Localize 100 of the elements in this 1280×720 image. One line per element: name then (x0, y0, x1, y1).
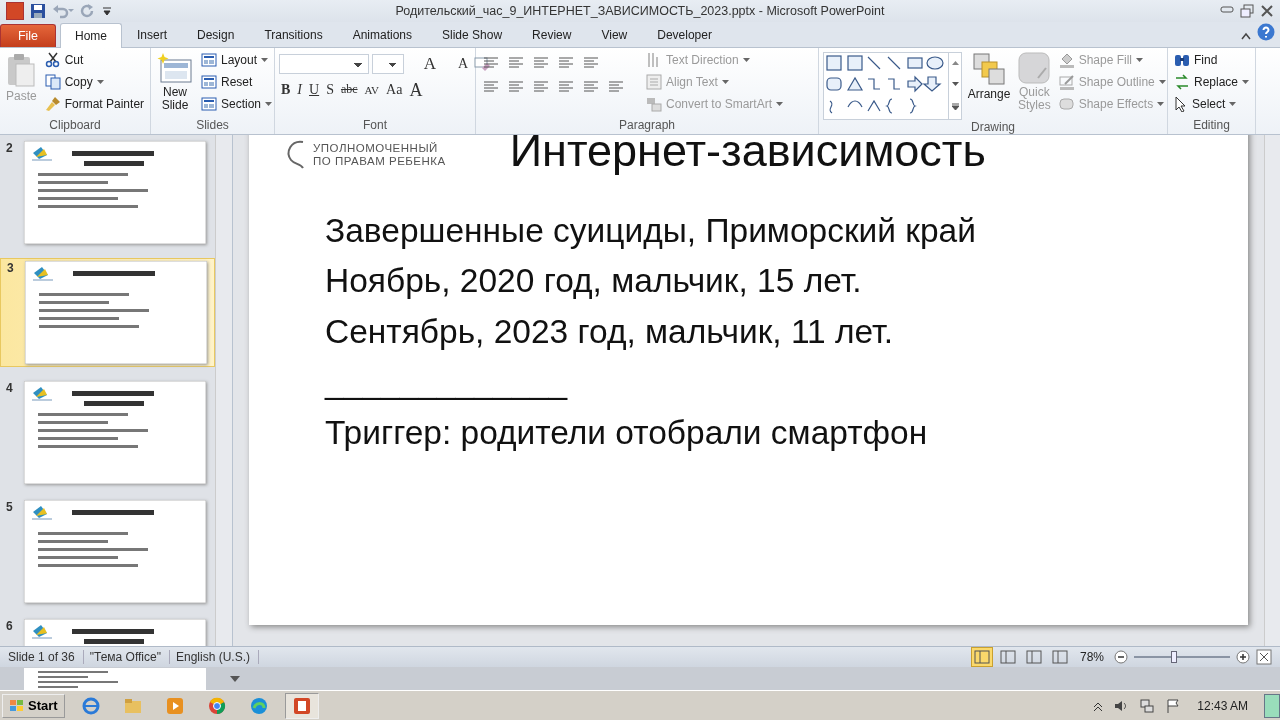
ribbon-button[interactable]: Copy (42, 71, 147, 93)
ribbon-tab[interactable]: View (586, 23, 643, 47)
section-icon (201, 96, 217, 113)
caret-icon (776, 102, 784, 107)
caret-icon (1229, 102, 1237, 107)
shapes-drawing[interactable] (826, 55, 944, 114)
thumbnail-scrollbar[interactable] (215, 134, 232, 647)
slide-thumbnail[interactable]: 4 (0, 378, 215, 486)
italic-button[interactable]: I (295, 79, 304, 100)
ribbon-button[interactable]: Replace (1172, 71, 1252, 93)
slide-thumbnail[interactable]: 3 (0, 257, 215, 367)
ribbon-button[interactable]: Select (1172, 93, 1252, 115)
file-tab[interactable]: File (0, 23, 56, 47)
slideshow-icon[interactable] (1049, 648, 1070, 667)
ribbon-button[interactable]: New Slide (155, 49, 195, 114)
slide-thumbnail[interactable]: 5 (0, 497, 215, 605)
case-button[interactable]: Aa (384, 79, 405, 100)
group-label: Font (363, 117, 387, 132)
language-indicator[interactable]: English (U.S.) (175, 650, 259, 665)
caret-icon (1157, 102, 1165, 107)
paintbrush-icon (44, 96, 61, 113)
ribbon-button[interactable]: Cut (42, 49, 147, 71)
ribbon-tab[interactable]: Animations (337, 23, 427, 47)
caret-icon (721, 80, 729, 85)
group-label: Drawing (971, 119, 1015, 134)
more-icon[interactable] (951, 103, 959, 111)
strikethrough-button[interactable]: abc (338, 79, 360, 100)
bold-button[interactable]: B (279, 79, 293, 100)
flag-icon[interactable] (1165, 697, 1182, 714)
ribbon-button[interactable]: Format Painter (42, 93, 147, 115)
caret-icon (1158, 80, 1166, 85)
reading-view-icon[interactable] (1023, 648, 1044, 667)
ribbon-tab[interactable]: Transitions (249, 23, 338, 47)
collapse-ribbon-icon[interactable] (1240, 30, 1252, 41)
font-size-dropdown[interactable] (372, 53, 404, 74)
ribbon-button[interactable]: Arrange (966, 49, 1012, 103)
undo-icon[interactable] (52, 2, 74, 19)
font-color-button[interactable]: A (407, 79, 425, 100)
help-icon[interactable] (1257, 22, 1275, 41)
ribbon-tab[interactable]: Home (60, 22, 122, 48)
fit-window-icon[interactable] (1256, 649, 1272, 666)
underline-button[interactable]: U (307, 79, 322, 100)
normal-view-icon[interactable] (971, 648, 992, 667)
paint-bucket-icon (1058, 52, 1075, 69)
scroll-down-icon[interactable] (951, 82, 959, 87)
group-label: Slides (196, 117, 229, 132)
slide-number: 6 (6, 618, 14, 633)
ribbon-tab[interactable]: Design (182, 23, 250, 47)
layout-icon (201, 52, 217, 69)
slide-text: Триггер: родители отобрали смартфон (325, 412, 929, 453)
shadow-button[interactable]: S (324, 79, 336, 100)
powerpoint-icon (6, 1, 24, 20)
ribbon-button[interactable]: Find (1172, 49, 1252, 71)
ribbon-button[interactable]: Section (199, 93, 275, 115)
slide-sorter-icon[interactable] (997, 648, 1018, 667)
zoom-in-icon[interactable] (1236, 650, 1250, 665)
font-shrink-button[interactable]: A (456, 53, 471, 74)
font-grow-button[interactable]: A (407, 53, 453, 74)
slide-text: Ноябрь, 2020 год, мальчик, 15 лет. (325, 261, 863, 302)
show-desktop-button[interactable] (1264, 693, 1280, 718)
ribbon-button[interactable]: Reset (199, 71, 275, 93)
minimize-icon[interactable] (1220, 3, 1234, 14)
ribbon-tab[interactable]: Review (517, 23, 587, 47)
slide-number: 2 (6, 140, 14, 155)
clock[interactable]: 12:43 AM (1197, 698, 1248, 713)
slide-thumbnail[interactable]: 2 (0, 138, 215, 246)
close-icon[interactable] (1260, 3, 1274, 18)
logo-text: ПО ПРАВАМ РЕБЕНКА (313, 154, 446, 168)
shape-effects-icon (1058, 96, 1075, 113)
redo-icon[interactable] (80, 2, 96, 19)
clipboard-icon (6, 51, 37, 88)
powerpoint-icon[interactable] (284, 692, 319, 719)
pencil-icon (1058, 74, 1075, 91)
zoom-thumb[interactable] (1171, 651, 1178, 664)
clear-formatting-icon[interactable] (473, 55, 492, 72)
binoculars-icon (1174, 52, 1190, 69)
save-icon[interactable] (30, 2, 46, 19)
logo-text: УПОЛНОМОЧЕННЫЙ (313, 141, 439, 155)
scissors-icon (44, 52, 61, 69)
ribbon-tab[interactable]: Insert (122, 23, 183, 47)
caret-icon (96, 80, 104, 85)
shape-gallery[interactable] (823, 51, 962, 120)
restore-icon[interactable] (1240, 3, 1254, 18)
vertical-scrollbar[interactable] (1264, 134, 1280, 647)
ribbon-tab[interactable]: Slide Show (427, 23, 518, 47)
ribbon-button[interactable]: Layout (199, 49, 275, 71)
spacing-button[interactable]: AV (362, 79, 382, 100)
window-title: Родительский_час_9_ИНТЕРНЕТ_ЗАВИСИМОСТЬ_2023.pptx - Microsoft PowerPoint (395, 3, 885, 18)
scroll-up-icon[interactable] (951, 61, 959, 66)
copy-icon (44, 74, 61, 91)
start-button[interactable]: Start (2, 693, 65, 718)
ribbon-tab[interactable]: Developer (642, 23, 727, 47)
zoom-level[interactable]: 78% (1079, 650, 1104, 665)
quick-styles-icon (1018, 51, 1051, 84)
slide-number: 3 (7, 260, 15, 275)
network-icon[interactable] (1139, 697, 1156, 714)
zoom-out-icon[interactable] (1114, 650, 1128, 665)
slide-thumbnail[interactable]: 6 (0, 616, 215, 647)
scroll-down-icon[interactable] (230, 674, 240, 683)
slide-title: Интернет-зависимость (509, 134, 986, 176)
